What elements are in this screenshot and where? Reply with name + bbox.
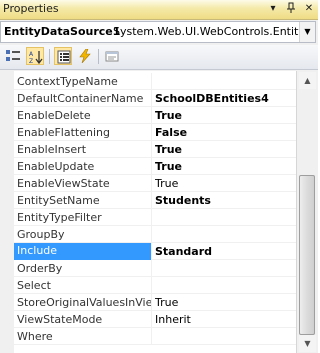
- property-row[interactable]: Select: [0, 277, 296, 294]
- property-pages-button[interactable]: [103, 47, 121, 65]
- properties-button[interactable]: [54, 47, 72, 65]
- column-separator: [151, 328, 152, 345]
- toolbar-separator: [98, 49, 99, 64]
- lightning-icon: [79, 49, 91, 63]
- property-row[interactable]: EnableFlattening False: [0, 124, 296, 141]
- property-name[interactable]: EnableViewState: [17, 177, 151, 190]
- property-row[interactable]: ViewStateMode Inherit: [0, 311, 296, 328]
- title-bar: Properties ▾ ✕: [0, 0, 318, 20]
- property-row[interactable]: OrderBy: [0, 260, 296, 277]
- property-name[interactable]: EnableDelete: [17, 109, 151, 122]
- property-row[interactable]: Where: [0, 328, 296, 345]
- property-row[interactable]: EnableUpdate True: [0, 158, 296, 175]
- alphabetical-button[interactable]: A Z: [26, 47, 44, 65]
- close-icon[interactable]: ✕: [302, 2, 316, 16]
- property-name[interactable]: Include: [14, 243, 151, 260]
- property-row[interactable]: EntitySetName Students: [0, 192, 296, 209]
- property-value[interactable]: Inherit: [155, 313, 295, 326]
- column-separator: [151, 294, 152, 311]
- property-value[interactable]: True: [155, 296, 295, 309]
- column-separator: [151, 158, 152, 175]
- property-name[interactable]: ViewStateMode: [17, 313, 151, 326]
- property-name[interactable]: EnableInsert: [17, 143, 151, 156]
- property-value[interactable]: True: [155, 177, 295, 190]
- column-separator: [151, 141, 152, 158]
- property-name[interactable]: EnableUpdate: [17, 160, 151, 173]
- property-row[interactable]: EnableViewState True: [0, 175, 296, 192]
- chevron-down-icon[interactable]: ▼: [299, 22, 315, 42]
- column-separator: [151, 124, 152, 141]
- property-name[interactable]: GroupBy: [17, 228, 151, 241]
- property-value[interactable]: True: [155, 160, 295, 173]
- property-name[interactable]: DefaultContainerName: [17, 92, 151, 105]
- column-separator: [151, 175, 152, 192]
- property-row[interactable]: EnableInsert True: [0, 141, 296, 158]
- window-title: Properties: [3, 2, 59, 15]
- column-separator: [151, 243, 152, 260]
- events-button[interactable]: [76, 47, 94, 65]
- dropdown-icon[interactable]: ▾: [266, 2, 280, 16]
- property-value[interactable]: True: [155, 109, 295, 122]
- property-name[interactable]: ContextTypeName: [17, 75, 151, 88]
- property-value[interactable]: Students: [155, 194, 295, 207]
- property-name[interactable]: OrderBy: [17, 262, 151, 275]
- column-separator: [151, 260, 152, 277]
- property-name[interactable]: EnableFlattening: [17, 126, 151, 139]
- svg-text:Z: Z: [29, 58, 33, 64]
- column-separator: [151, 90, 152, 107]
- property-value[interactable]: False: [155, 126, 295, 139]
- categorized-button[interactable]: [4, 47, 22, 65]
- object-name: EntityDataSource1: [4, 25, 121, 38]
- object-type: System.Web.UI.WebControls.EntityD: [113, 25, 299, 38]
- column-separator: [151, 277, 152, 294]
- property-row[interactable]: EntityTypeFilter: [0, 209, 296, 226]
- column-separator: [151, 192, 152, 209]
- property-name[interactable]: StoreOriginalValuesInViewState: [17, 296, 151, 309]
- scroll-up-icon[interactable]: ▲: [299, 72, 316, 89]
- property-row[interactable]: GroupBy: [0, 226, 296, 243]
- scrollbar-thumb[interactable]: [299, 175, 315, 335]
- properties-icon: [57, 50, 71, 64]
- alphabetical-icon: A Z: [29, 51, 43, 64]
- property-name[interactable]: Where: [17, 330, 151, 343]
- column-separator: [151, 73, 152, 90]
- property-row[interactable]: DefaultContainerName SchoolDBEntities4: [0, 90, 296, 107]
- property-value[interactable]: SchoolDBEntities4: [155, 92, 295, 105]
- property-row[interactable]: EnableDelete True: [0, 107, 296, 124]
- svg-text:A: A: [29, 51, 34, 58]
- properties-toolbar: A Z: [0, 45, 318, 70]
- property-value[interactable]: True: [155, 143, 295, 156]
- column-separator: [151, 226, 152, 243]
- property-name[interactable]: EntitySetName: [17, 194, 151, 207]
- property-row[interactable]: StoreOriginalValuesInViewState True: [0, 294, 296, 311]
- property-row[interactable]: Include Standard: [0, 243, 296, 260]
- property-name[interactable]: Select: [17, 279, 151, 292]
- property-value[interactable]: Standard: [155, 245, 295, 258]
- column-separator: [151, 311, 152, 328]
- column-separator: [151, 107, 152, 124]
- property-row[interactable]: ContextTypeName: [0, 73, 296, 90]
- property-grid: ContextTypeName DefaultContainerName Schoo…: [0, 71, 296, 353]
- property-name[interactable]: EntityTypeFilter: [17, 211, 151, 224]
- pin-icon[interactable]: [284, 2, 298, 16]
- properties-window: Properties ▾ ✕ EntityDataSource1 System.…: [0, 0, 318, 353]
- column-separator: [151, 209, 152, 226]
- toolbar-separator: [49, 49, 50, 64]
- property-pages-icon: [105, 51, 119, 62]
- categorized-icon: [6, 50, 20, 61]
- object-selector[interactable]: EntityDataSource1 System.Web.UI.WebContr…: [0, 21, 316, 43]
- scroll-down-icon[interactable]: ▼: [299, 335, 316, 352]
- vertical-scrollbar[interactable]: ▲ ▼: [296, 71, 318, 353]
